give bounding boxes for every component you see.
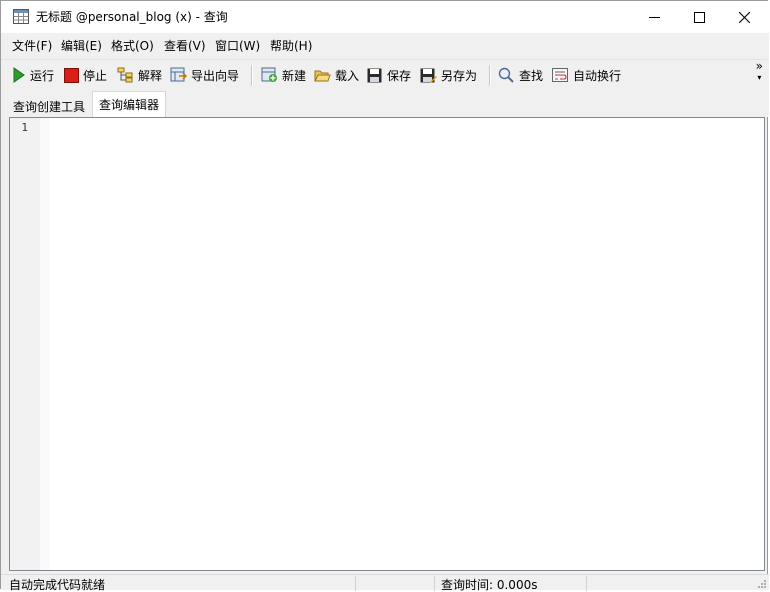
word-wrap-icon <box>552 67 568 82</box>
close-icon <box>738 11 750 23</box>
overflow-chevron-icon: » <box>755 59 763 73</box>
status-autocomplete: 自动完成代码就绪 <box>9 578 106 592</box>
menu-file[interactable]: 文件(F) <box>12 39 52 54</box>
new-label: 新建 <box>282 68 307 83</box>
table-grid-icon <box>13 9 29 24</box>
toolbar-overflow-button[interactable]: » ▾ <box>755 59 763 83</box>
stop-button[interactable]: 停止 <box>64 66 107 84</box>
maximize-icon <box>693 11 705 23</box>
run-button[interactable]: 运行 <box>12 66 54 84</box>
play-icon <box>13 67 25 83</box>
explain-tree-icon <box>117 67 133 83</box>
line-number: 1 <box>21 121 28 134</box>
load-label: 载入 <box>335 68 360 83</box>
toolbar: 运行 停止 解释 导出向导 新建 载入 保存 另存为 查找 自动换行 » ▾ <box>1 59 769 89</box>
toolbar-separator <box>489 65 491 86</box>
export-label: 导出向导 <box>191 68 240 83</box>
status-bar: 自动完成代码就绪 查询时间: 0.000s <box>1 574 769 592</box>
resize-grip-icon[interactable] <box>757 579 767 589</box>
tab-query-builder[interactable]: 查询创建工具 <box>9 94 93 116</box>
export-wizard-button[interactable]: 导出向导 <box>170 66 239 84</box>
save-as-label: 另存为 <box>441 68 478 83</box>
new-button[interactable]: 新建 <box>261 66 306 84</box>
maximize-button[interactable] <box>676 1 722 33</box>
editor-text-area[interactable] <box>51 118 764 570</box>
word-wrap-label: 自动换行 <box>573 68 622 83</box>
word-wrap-button[interactable]: 自动换行 <box>552 66 621 84</box>
new-query-icon <box>261 67 277 82</box>
menu-edit[interactable]: 编辑(E) <box>61 39 102 54</box>
sql-editor[interactable]: 1 <box>9 117 765 571</box>
save-label: 保存 <box>387 68 412 83</box>
load-button[interactable]: 载入 <box>314 66 359 84</box>
find-label: 查找 <box>519 68 544 83</box>
menu-view[interactable]: 查看(V) <box>164 39 206 54</box>
save-as-button[interactable]: 另存为 <box>420 66 477 84</box>
stop-icon <box>64 67 79 83</box>
line-number-gutter: 1 <box>10 118 40 570</box>
save-button[interactable]: 保存 <box>367 66 411 84</box>
menu-help[interactable]: 帮助(H) <box>270 39 312 54</box>
tab-query-editor[interactable]: 查询编辑器 <box>92 91 166 117</box>
folder-open-icon <box>314 70 331 81</box>
window-title: 无标题 @personal_blog (x) - 查询 <box>36 10 228 24</box>
run-label: 运行 <box>30 68 55 83</box>
tab-strip: 查询创建工具 查询编辑器 <box>1 89 769 117</box>
chevron-down-icon: ▾ <box>757 73 762 82</box>
save-disk-icon <box>367 68 382 82</box>
status-query-time: 查询时间: 0.000s <box>441 578 538 592</box>
explain-label: 解释 <box>138 68 163 83</box>
query-window: 无标题 @personal_blog (x) - 查询 文件(F) 编辑(E) … <box>0 0 769 592</box>
title-bar[interactable]: 无标题 @personal_blog (x) - 查询 <box>1 1 769 33</box>
save-as-icon <box>420 68 437 83</box>
minimize-button[interactable] <box>631 1 677 33</box>
menu-window[interactable]: 窗口(W) <box>215 39 260 54</box>
stop-label: 停止 <box>83 68 108 83</box>
search-icon <box>498 67 514 83</box>
find-button[interactable]: 查找 <box>498 66 543 84</box>
close-button[interactable] <box>721 1 767 33</box>
minimize-icon <box>648 16 660 18</box>
menu-bar: 文件(F) 编辑(E) 格式(O) 查看(V) 窗口(W) 帮助(H) <box>1 33 769 59</box>
fold-margin <box>40 118 50 570</box>
toolbar-separator <box>251 65 253 86</box>
explain-button[interactable]: 解释 <box>117 66 162 84</box>
menu-format[interactable]: 格式(O) <box>111 39 154 54</box>
export-icon <box>170 67 187 82</box>
